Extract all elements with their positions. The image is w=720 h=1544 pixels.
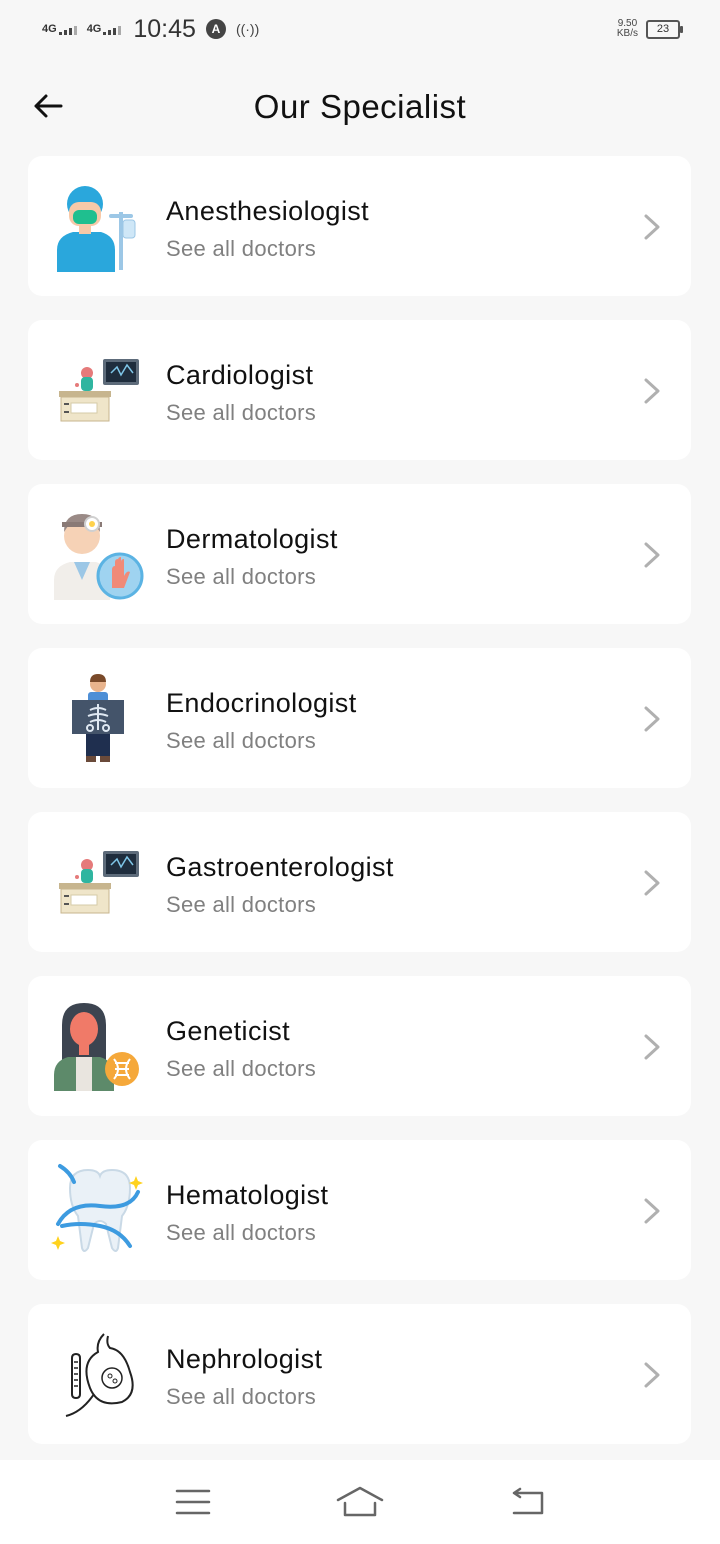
specialist-name: Endocrinologist	[166, 688, 357, 718]
hematologist-icon	[48, 1162, 148, 1258]
specialist-name: Dermatologist	[166, 524, 338, 554]
nav-back-button[interactable]	[497, 1477, 557, 1527]
specialist-subtitle: See all doctors	[166, 728, 317, 753]
system-nav-bar	[0, 1460, 720, 1544]
network-type-label: 4G	[86, 22, 102, 35]
hotspot-icon: ((·))	[235, 21, 260, 37]
gastroenterologist-icon	[48, 834, 148, 930]
clock: 10:45	[133, 14, 196, 43]
nephrologist-icon	[48, 1326, 148, 1422]
nav-home-button[interactable]	[330, 1477, 390, 1527]
network-type-label: 4G	[42, 22, 57, 35]
geneticist-icon	[48, 998, 148, 1094]
specialist-card-dermatologist[interactable]: Dermatologist See all doctors	[28, 484, 691, 624]
signal-2: 4G	[86, 22, 122, 35]
chevron-right-icon	[644, 1362, 660, 1388]
anesthesiologist-icon	[48, 178, 148, 274]
status-left: 4G 4G 10:45 A ((·))	[42, 15, 259, 44]
signal-bars-icon	[58, 25, 77, 35]
chevron-right-icon	[644, 1198, 660, 1224]
specialist-subtitle: See all doctors	[166, 400, 317, 425]
specialist-card-geneticist[interactable]: Geneticist See all doctors	[28, 976, 691, 1116]
chevron-right-icon	[644, 706, 660, 732]
specialist-name: Gastroenterologist	[166, 852, 394, 882]
status-right: 9.50 KB/s 23	[617, 19, 683, 39]
chevron-right-icon	[644, 214, 660, 240]
battery-level: 23	[656, 23, 670, 35]
network-speed: 9.50 KB/s	[617, 19, 638, 39]
specialist-subtitle: See all doctors	[166, 1220, 317, 1245]
specialist-name: Anesthesiologist	[166, 196, 370, 226]
specialist-card-cardiologist[interactable]: Cardiologist See all doctors	[28, 320, 691, 460]
endocrinologist-icon	[48, 670, 148, 766]
specialist-subtitle: See all doctors	[166, 236, 317, 261]
app-header: Our Specialist	[0, 72, 720, 142]
signal-bars-icon	[103, 25, 122, 35]
specialist-subtitle: See all doctors	[166, 1056, 317, 1081]
specialist-card-endocrinologist[interactable]: Endocrinologist See all doctors	[28, 648, 691, 788]
chevron-right-icon	[644, 378, 660, 404]
dermatologist-icon	[48, 506, 148, 602]
alert-badge-icon: A	[205, 19, 226, 39]
specialist-subtitle: See all doctors	[166, 1384, 317, 1409]
page-title: Our Specialist	[253, 88, 467, 125]
battery-icon: 23	[646, 19, 683, 39]
specialist-name: Cardiologist	[166, 360, 314, 390]
speed-unit: KB/s	[616, 28, 638, 39]
specialist-card-anesthesiologist[interactable]: Anesthesiologist See all doctors	[28, 156, 691, 296]
menu-icon	[176, 1489, 211, 1515]
home-icon	[336, 1486, 384, 1517]
cardiologist-icon	[48, 342, 148, 438]
specialist-card-nephrologist[interactable]: Nephrologist See all doctors	[28, 1304, 691, 1444]
specialist-subtitle: See all doctors	[166, 564, 317, 589]
specialist-subtitle: See all doctors	[166, 892, 317, 917]
specialist-card-gastroenterologist[interactable]: Gastroenterologist See all doctors	[28, 812, 691, 952]
specialist-name: Hematologist	[166, 1180, 329, 1210]
signal-1: 4G	[42, 22, 77, 35]
nav-menu-button[interactable]	[163, 1477, 223, 1527]
specialist-name: Geneticist	[166, 1016, 291, 1046]
chevron-right-icon	[644, 542, 660, 568]
chevron-right-icon	[644, 870, 660, 896]
specialist-name: Nephrologist	[166, 1344, 323, 1374]
back-nav-icon	[512, 1487, 543, 1515]
specialist-list: Anesthesiologist See all doctors Cardiol…	[28, 156, 691, 1468]
chevron-right-icon	[644, 1034, 660, 1060]
status-bar: 4G 4G 10:45 A ((·)) 9.50 KB/s 23	[0, 0, 720, 58]
specialist-card-hematologist[interactable]: Hematologist See all doctors	[28, 1140, 691, 1280]
